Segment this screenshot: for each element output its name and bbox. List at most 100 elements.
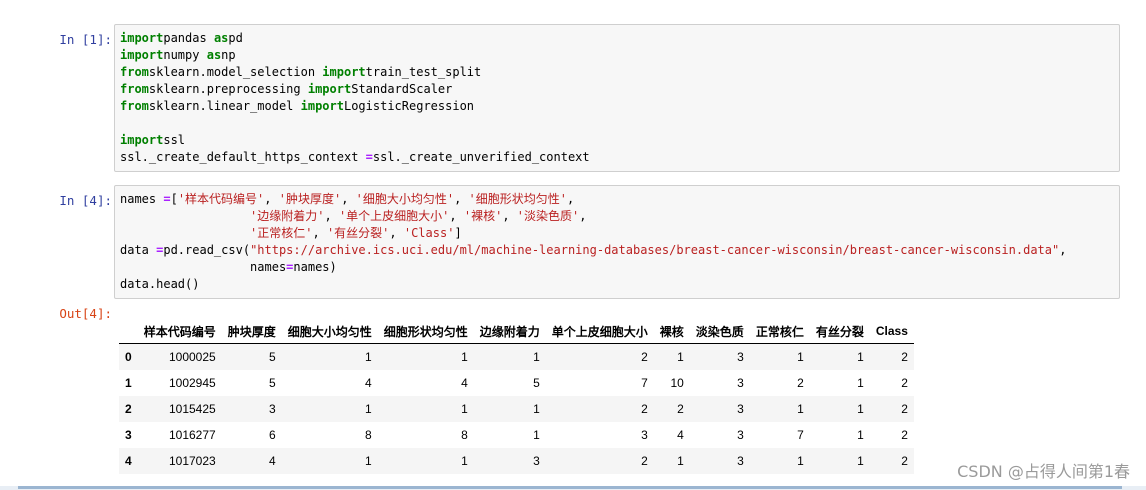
table-cell: 1 <box>857 350 864 364</box>
column-header: 边缘附着力 <box>473 319 546 344</box>
table-cell: 1 <box>533 402 540 416</box>
code-token: sklearn.linear_model <box>148 99 301 113</box>
table-cell: 1 <box>533 350 540 364</box>
code-line: '正常核仁', '有丝分裂', 'Class'] <box>120 225 1119 242</box>
code-token: import <box>120 48 164 62</box>
code-token: import <box>307 82 352 96</box>
code-token: sklearn.preprocessing <box>148 82 308 96</box>
table-cell: 10 <box>670 376 684 390</box>
table-cell: 2 <box>677 402 684 416</box>
code-line: ssl._create_default_https_context =ssl._… <box>120 149 1119 166</box>
table-cell: 2 <box>797 376 804 390</box>
table-cell: 4 <box>365 376 372 390</box>
table-cell: 1 <box>797 402 804 416</box>
table-body: 0 1000025 5 1 1 1 2 1 3 1 1 2 1 1002945 5 4 4 5 7 10 3 2 1 2 2 10… <box>119 343 914 474</box>
table-cell: 2 <box>641 402 648 416</box>
code-token: pandas <box>163 31 214 45</box>
code-token: ssl._create_unverified_context <box>372 150 590 164</box>
column-header <box>119 319 138 344</box>
code-line: '边缘附着力', '单个上皮细胞大小', '裸核', '淡染色质', <box>120 208 1119 225</box>
code-token: '样本代码编号' <box>177 192 265 206</box>
table-cell: 1 <box>365 402 372 416</box>
row-index: 4 <box>125 454 132 468</box>
table-cell: 1 <box>461 454 468 468</box>
code-token: np <box>221 48 236 62</box>
code-token: pd <box>228 31 243 45</box>
column-header: 细胞形状均匀性 <box>377 319 474 344</box>
table-cell: 4 <box>269 454 276 468</box>
row-index: 3 <box>125 428 132 442</box>
table-cell: 3 <box>641 428 648 442</box>
code-editor[interactable]: names =['样本代码编号', '肿块厚度', '细胞大小均匀性', '细胞… <box>114 185 1120 299</box>
code-token: 'Class' <box>403 226 455 240</box>
code-token: import <box>120 31 164 45</box>
code-token: ] <box>454 226 462 240</box>
code-token: numpy <box>163 48 207 62</box>
table-cell: 7 <box>641 376 648 390</box>
code-token: '细胞形状均匀性' <box>468 192 567 206</box>
table-cell: 1017023 <box>168 454 216 468</box>
code-token: , <box>341 192 356 206</box>
table-cell: 1 <box>857 402 864 416</box>
row-index: 0 <box>125 350 132 364</box>
code-line: data =pd.read_csv("https://archive.ics.u… <box>120 242 1119 259</box>
code-block[interactable]: importpandas aspd importnumpy asnp fromskl… <box>115 25 1119 166</box>
table-cell: 3 <box>737 428 744 442</box>
code-line: names =['样本代码编号', '肿块厚度', '细胞大小均匀性', '细胞… <box>120 191 1119 208</box>
output-prompt: Out[4]: <box>59 306 112 321</box>
input-prompt: In [4]: <box>59 193 112 208</box>
code-token: import <box>300 99 344 113</box>
code-token: '有丝分裂' <box>326 226 390 240</box>
csdn-watermark: CSDN @占得人间第1春 <box>957 462 1130 481</box>
code-token: , <box>567 192 575 206</box>
table-cell: 3 <box>737 376 744 390</box>
column-header: Class <box>869 319 914 344</box>
code-token: '正常核仁' <box>250 226 313 240</box>
code-line: fromsklearn.preprocessing importStandard… <box>120 81 1119 98</box>
next-cell-edge[interactable] <box>0 486 1146 490</box>
code-token: '裸核' <box>463 209 503 223</box>
column-header: 细胞大小均匀性 <box>281 319 378 344</box>
code-token: , <box>579 209 587 223</box>
table-row: 0 1000025 5 1 1 1 2 1 3 1 1 2 <box>119 343 914 370</box>
code-line: importnumpy asnp <box>120 47 1119 64</box>
dataframe-table: 样本代码编号 肿块厚度 细胞大小均匀性 细胞形状均匀性 边缘附着力 单个上皮细胞大小 裸核淡… <box>119 319 914 474</box>
code-token: names <box>120 192 164 206</box>
code-token: as <box>206 48 222 62</box>
table-cell: 1015425 <box>168 402 216 416</box>
code-token: names) <box>293 260 337 274</box>
table-cell: 1 <box>797 350 804 364</box>
code-token: , <box>449 209 464 223</box>
code-token: , <box>502 209 517 223</box>
code-token: ssl._create_default_https_context <box>120 150 366 164</box>
column-header: 正常核仁 <box>749 319 810 344</box>
table-cell: 2 <box>901 350 908 364</box>
row-index: 2 <box>125 402 132 416</box>
table-cell: 1002945 <box>168 376 216 390</box>
table-cell: 2 <box>641 350 648 364</box>
code-token: from <box>120 65 149 79</box>
code-line: data.head() <box>120 276 1119 293</box>
code-line: fromsklearn.model_selection importtrain_… <box>120 64 1119 81</box>
table-cell: 5 <box>269 376 276 390</box>
table-cell: 3 <box>269 402 276 416</box>
table-cell: 4 <box>461 376 468 390</box>
table-cell: 8 <box>461 428 468 442</box>
code-token: , <box>312 226 327 240</box>
code-token: = <box>365 150 373 164</box>
table-cell: 1 <box>857 428 864 442</box>
table-row: 2 1015425 3 1 1 1 2 2 3 1 1 2 <box>119 396 914 422</box>
code-editor[interactable]: importpandas aspd importnumpy asnp fromskl… <box>114 24 1120 172</box>
code-block[interactable]: names =['样本代码编号', '肿块厚度', '细胞大小均匀性', '细胞… <box>115 186 1119 293</box>
code-token: import <box>120 133 164 147</box>
table-cell: 1 <box>461 350 468 364</box>
table-cell: 1 <box>797 454 804 468</box>
code-token: data.head() <box>120 277 200 291</box>
table-cell: 1000025 <box>168 350 216 364</box>
table-row: 4 1017023 4 1 1 3 2 1 3 1 1 2 <box>119 448 914 474</box>
code-line: fromsklearn.linear_model importLogisticR… <box>120 98 1119 115</box>
table-cell: 1 <box>533 428 540 442</box>
code-token: , <box>264 192 279 206</box>
table-cell: 4 <box>677 428 684 442</box>
